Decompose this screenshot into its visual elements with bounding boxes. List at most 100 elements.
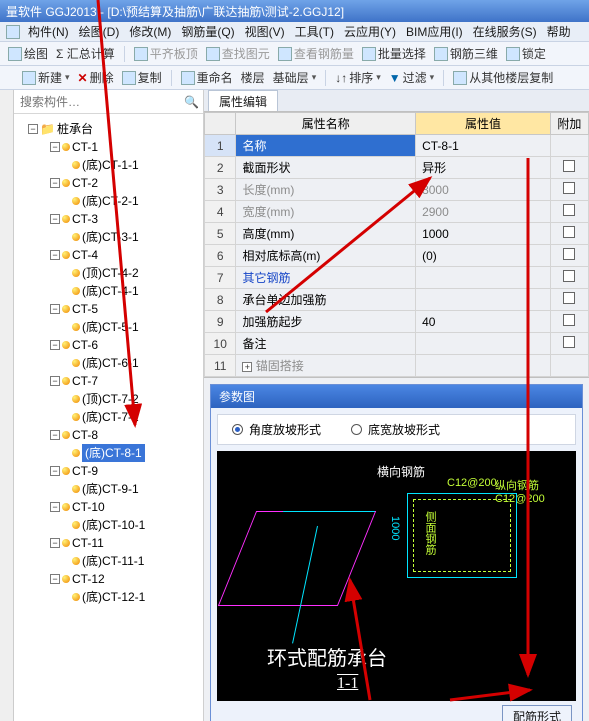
collapse-icon[interactable]: − <box>50 214 60 224</box>
prop-extra[interactable] <box>550 333 588 355</box>
tree-group[interactable]: − CT-11 <box>16 534 199 552</box>
checkbox[interactable] <box>563 226 575 238</box>
opt-width-slope[interactable]: 底宽放坡形式 <box>351 421 440 438</box>
tree-group[interactable]: − CT-3 <box>16 210 199 228</box>
property-row[interactable]: 5高度(mm)1000 <box>205 223 589 245</box>
property-row[interactable]: 7其它钢筋 <box>205 267 589 289</box>
search-box[interactable]: 🔍 <box>14 90 203 114</box>
prop-value[interactable] <box>416 267 551 289</box>
menu-component[interactable]: 构件(N) <box>26 23 71 40</box>
collapse-icon[interactable]: − <box>50 178 60 188</box>
checkbox[interactable] <box>563 336 575 348</box>
tree-item[interactable]: (底)CT-2-1 <box>16 192 199 210</box>
tree-item[interactable]: (底)CT-7-1 <box>16 408 199 426</box>
tree-item[interactable]: (底)CT-10-1 <box>16 516 199 534</box>
property-row[interactable]: 11+ 锚固搭接 <box>205 355 589 377</box>
tree-item[interactable]: (底)CT-12-1 <box>16 588 199 606</box>
prop-extra[interactable] <box>550 289 588 311</box>
prop-value[interactable]: 异形 <box>416 157 551 179</box>
menu-help[interactable]: 帮助 <box>545 23 573 40</box>
menu-cloud[interactable]: 云应用(Y) <box>342 23 398 40</box>
tb-copy-layer[interactable]: 从其他楼层复制 <box>451 69 555 86</box>
tb-find[interactable]: 查找图元 <box>204 45 272 62</box>
collapse-icon[interactable]: − <box>50 340 60 350</box>
search-icon[interactable]: 🔍 <box>184 95 199 109</box>
collapse-icon[interactable]: − <box>50 430 60 440</box>
collapse-icon[interactable]: − <box>50 304 60 314</box>
tb-sort[interactable]: ↓↑排序 <box>333 69 383 86</box>
tb-copy[interactable]: 复制 <box>120 69 164 86</box>
tb-view-rebar[interactable]: 查看钢筋量 <box>276 45 356 62</box>
tree-item[interactable]: (底)CT-1-1 <box>16 156 199 174</box>
tree-group[interactable]: − CT-1 <box>16 138 199 156</box>
prop-extra[interactable] <box>550 157 588 179</box>
tree-item[interactable]: (底)CT-3-1 <box>16 228 199 246</box>
expand-icon[interactable]: + <box>242 362 252 372</box>
menu-tool[interactable]: 工具(T) <box>293 23 336 40</box>
tb-rename[interactable]: 重命名 <box>179 69 235 86</box>
tree-group[interactable]: − CT-6 <box>16 336 199 354</box>
prop-extra[interactable] <box>550 355 588 377</box>
tree-group[interactable]: − CT-7 <box>16 372 199 390</box>
property-row[interactable]: 6相对底标高(m)(0) <box>205 245 589 267</box>
tb-batch[interactable]: 批量选择 <box>360 45 428 62</box>
collapse-icon[interactable]: − <box>50 466 60 476</box>
collapse-icon[interactable]: − <box>28 124 38 134</box>
tree-group[interactable]: − CT-12 <box>16 570 199 588</box>
prop-value[interactable] <box>416 355 551 377</box>
menu-bim[interactable]: BIM应用(I) <box>404 23 465 40</box>
tb-floor-sel[interactable]: 基础层 <box>271 69 319 86</box>
tb-new[interactable]: 新建 <box>20 69 72 86</box>
tree-item[interactable]: (顶)CT-7-2 <box>16 390 199 408</box>
property-row[interactable]: 3长度(mm)3000 <box>205 179 589 201</box>
checkbox[interactable] <box>563 270 575 282</box>
opt-angle-slope[interactable]: 角度放坡形式 <box>232 421 321 438</box>
tb-del[interactable]: ✕删除 <box>76 69 116 86</box>
collapse-icon[interactable]: − <box>50 142 60 152</box>
checkbox[interactable] <box>563 182 575 194</box>
tree-item[interactable]: (底)CT-8-1 <box>16 444 199 462</box>
search-input[interactable] <box>18 94 184 110</box>
property-row[interactable]: 4宽度(mm)2900 <box>205 201 589 223</box>
tree-group[interactable]: − CT-5 <box>16 300 199 318</box>
tree-group[interactable]: − CT-9 <box>16 462 199 480</box>
tree-group[interactable]: − CT-2 <box>16 174 199 192</box>
tab-property-edit[interactable]: 属性编辑 <box>208 90 278 111</box>
prop-extra[interactable] <box>550 245 588 267</box>
collapse-icon[interactable]: − <box>50 376 60 386</box>
collapse-icon[interactable]: − <box>50 538 60 548</box>
prop-extra[interactable] <box>550 267 588 289</box>
tb-lock[interactable]: 锁定 <box>504 45 548 62</box>
prop-value[interactable]: 40 <box>416 311 551 333</box>
checkbox[interactable] <box>563 204 575 216</box>
tree-group[interactable]: − CT-4 <box>16 246 199 264</box>
menu-online[interactable]: 在线服务(S) <box>471 23 539 40</box>
collapse-icon[interactable]: − <box>50 250 60 260</box>
prop-extra[interactable] <box>550 179 588 201</box>
menu-view[interactable]: 视图(V) <box>243 23 287 40</box>
prop-extra[interactable] <box>550 135 588 157</box>
prop-value[interactable]: CT-8-1 <box>416 135 551 157</box>
checkbox[interactable] <box>563 292 575 304</box>
tb-filter[interactable]: ▼过滤 <box>387 69 436 86</box>
tree-item[interactable]: (底)CT-5-1 <box>16 318 199 336</box>
tb-3d[interactable]: 钢筋三维 <box>432 45 500 62</box>
tree-group[interactable]: − CT-10 <box>16 498 199 516</box>
prop-value[interactable]: 1000 <box>416 223 551 245</box>
rebar-style-button[interactable]: 配筋形式 <box>502 705 572 721</box>
tb-draw[interactable]: 绘图 <box>6 45 50 62</box>
checkbox[interactable] <box>563 314 575 326</box>
checkbox[interactable] <box>563 160 575 172</box>
menu-draw[interactable]: 绘图(D) <box>77 23 122 40</box>
property-row[interactable]: 9加强筋起步40 <box>205 311 589 333</box>
property-row[interactable]: 8承台单边加强筋 <box>205 289 589 311</box>
component-tree[interactable]: − 📁 桩承台− CT-1 (底)CT-1-1− CT-2 (底)CT-2-1−… <box>14 114 203 721</box>
tree-item[interactable]: (底)CT-9-1 <box>16 480 199 498</box>
tree-item[interactable]: (底)CT-11-1 <box>16 552 199 570</box>
menu-rebar[interactable]: 钢筋量(Q) <box>179 23 236 40</box>
property-row[interactable]: 2截面形状异形 <box>205 157 589 179</box>
prop-extra[interactable] <box>550 311 588 333</box>
prop-extra[interactable] <box>550 201 588 223</box>
collapse-icon[interactable]: − <box>50 502 60 512</box>
collapse-icon[interactable]: − <box>50 574 60 584</box>
